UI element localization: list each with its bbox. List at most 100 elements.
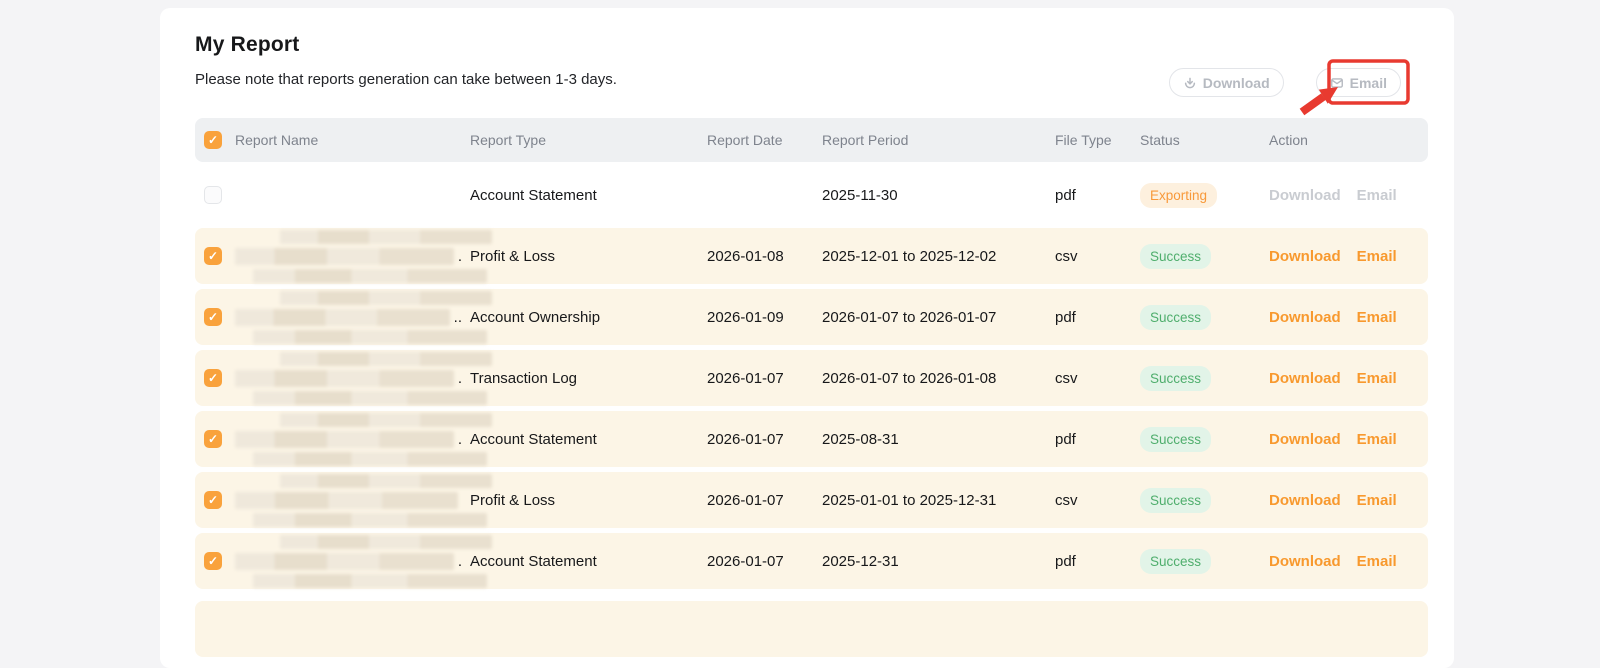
email-link[interactable]: Email xyxy=(1357,370,1397,387)
report-period-cell: 2025-08-31 xyxy=(822,431,1055,448)
report-date-cell: 2026-01-07 xyxy=(707,370,822,387)
download-link[interactable]: Download xyxy=(1269,431,1341,448)
report-date-cell: 2026-01-07 xyxy=(707,553,822,570)
email-link[interactable]: Email xyxy=(1357,248,1397,265)
status-badge: Success xyxy=(1140,366,1211,391)
status-cell: Success xyxy=(1140,366,1269,391)
redacted-report-name: . xyxy=(235,413,462,466)
email-link[interactable]: Email xyxy=(1357,187,1397,204)
status-cell: Exporting xyxy=(1140,183,1269,208)
file-type-cell: csv xyxy=(1055,248,1140,265)
redacted-report-name: . xyxy=(235,230,462,283)
report-date-cell: 2026-01-08 xyxy=(707,248,822,265)
report-name-cell: . xyxy=(235,352,470,405)
table-row: Profit & Loss 2026-01-07 2025-01-01 to 2… xyxy=(195,472,1428,528)
report-date-cell: 2026-01-09 xyxy=(707,309,822,326)
report-name-cell: .. xyxy=(235,291,470,344)
column-report-date: Report Date xyxy=(707,132,822,148)
report-type-cell: Account Statement xyxy=(470,431,707,448)
row-checkbox[interactable] xyxy=(204,186,222,204)
action-cell: Download Email xyxy=(1269,553,1428,570)
download-button[interactable]: Download xyxy=(1169,68,1284,97)
download-link[interactable]: Download xyxy=(1269,553,1341,570)
report-period-cell: 2025-01-01 to 2025-12-31 xyxy=(822,492,1055,509)
status-cell: Success xyxy=(1140,488,1269,513)
status-badge: Success xyxy=(1140,427,1211,452)
table-row-partial xyxy=(195,601,1428,657)
report-name-cell xyxy=(235,474,470,527)
email-button-label: Email xyxy=(1350,75,1387,91)
status-badge: Success xyxy=(1140,244,1211,269)
row-checkbox[interactable] xyxy=(204,491,222,509)
report-card: My Report Please note that reports gener… xyxy=(160,8,1454,668)
column-report-period: Report Period xyxy=(822,132,1055,148)
email-link[interactable]: Email xyxy=(1357,309,1397,326)
redacted-report-name xyxy=(235,474,462,527)
download-link[interactable]: Download xyxy=(1269,492,1341,509)
download-link[interactable]: Download xyxy=(1269,309,1341,326)
email-link[interactable]: Email xyxy=(1357,492,1397,509)
report-period-cell: 2026-01-07 to 2026-01-08 xyxy=(822,370,1055,387)
report-name-cell: . xyxy=(235,535,470,588)
status-cell: Success xyxy=(1140,549,1269,574)
status-badge: Success xyxy=(1140,488,1211,513)
reports-table: Report Name Report Type Report Date Repo… xyxy=(195,118,1428,657)
column-status: Status xyxy=(1140,132,1269,148)
report-type-cell: Account Statement xyxy=(470,187,707,204)
redacted-name-suffix: . xyxy=(458,248,462,265)
select-all-checkbox[interactable] xyxy=(204,131,222,149)
action-cell: Download Email xyxy=(1269,370,1428,387)
email-link[interactable]: Email xyxy=(1357,553,1397,570)
file-type-cell: pdf xyxy=(1055,553,1140,570)
table-row: . Transaction Log 2026-01-07 2026-01-07 … xyxy=(195,350,1428,406)
table-row: . Profit & Loss 2026-01-08 2025-12-01 to… xyxy=(195,228,1428,284)
redacted-name-suffix: . xyxy=(458,431,462,448)
column-report-name: Report Name xyxy=(235,132,470,148)
table-body: Account Statement 2025-11-30 pdf Exporti… xyxy=(195,167,1428,589)
action-cell: Download Email xyxy=(1269,248,1428,265)
report-period-cell: 2025-12-31 xyxy=(822,553,1055,570)
download-icon xyxy=(1183,76,1197,90)
email-icon xyxy=(1330,76,1344,90)
redacted-report-name: . xyxy=(235,535,462,588)
report-period-cell: 2025-11-30 xyxy=(822,187,1055,204)
table-row: . Account Statement 2026-01-07 2025-08-3… xyxy=(195,411,1428,467)
toolbar: Download Email xyxy=(1169,68,1401,97)
report-date-cell: 2026-01-07 xyxy=(707,492,822,509)
action-cell: Download Email xyxy=(1269,309,1428,326)
report-type-cell: Account Statement xyxy=(470,553,707,570)
report-name-cell: . xyxy=(235,413,470,466)
row-checkbox[interactable] xyxy=(204,430,222,448)
table-row: .. Account Ownership 2026-01-09 2026-01-… xyxy=(195,289,1428,345)
report-name-cell: . xyxy=(235,230,470,283)
file-type-cell: pdf xyxy=(1055,187,1140,204)
file-type-cell: csv xyxy=(1055,492,1140,509)
report-period-cell: 2025-12-01 to 2025-12-02 xyxy=(822,248,1055,265)
row-checkbox[interactable] xyxy=(204,552,222,570)
status-cell: Success xyxy=(1140,305,1269,330)
report-type-cell: Profit & Loss xyxy=(470,248,707,265)
column-action: Action xyxy=(1269,132,1428,148)
status-cell: Success xyxy=(1140,427,1269,452)
status-badge: Exporting xyxy=(1140,183,1217,208)
status-cell: Success xyxy=(1140,244,1269,269)
download-link[interactable]: Download xyxy=(1269,370,1341,387)
redacted-name-suffix: .. xyxy=(454,309,462,326)
email-link[interactable]: Email xyxy=(1357,431,1397,448)
action-cell: Download Email xyxy=(1269,187,1428,204)
table-row: . Account Statement 2026-01-07 2025-12-3… xyxy=(195,533,1428,589)
row-checkbox[interactable] xyxy=(204,308,222,326)
report-type-cell: Transaction Log xyxy=(470,370,707,387)
report-date-cell: 2026-01-07 xyxy=(707,431,822,448)
status-badge: Success xyxy=(1140,549,1211,574)
report-name-cell xyxy=(235,169,470,222)
action-cell: Download Email xyxy=(1269,492,1428,509)
email-button[interactable]: Email xyxy=(1316,68,1401,97)
download-link[interactable]: Download xyxy=(1269,187,1341,204)
file-type-cell: csv xyxy=(1055,370,1140,387)
redacted-report-name: .. xyxy=(235,291,462,344)
row-checkbox[interactable] xyxy=(204,247,222,265)
download-link[interactable]: Download xyxy=(1269,248,1341,265)
row-checkbox[interactable] xyxy=(204,369,222,387)
page-title: My Report xyxy=(195,32,1428,58)
